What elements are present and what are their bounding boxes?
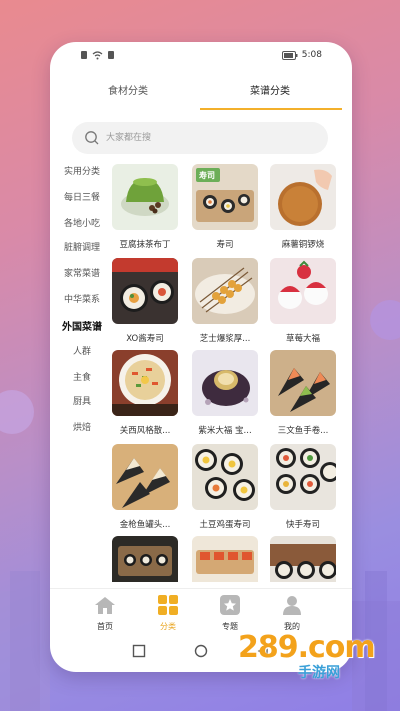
nav-category[interactable]: 分类 xyxy=(148,595,188,632)
sushi-tray-photo xyxy=(112,536,178,582)
sushi-board-photo xyxy=(192,536,258,582)
sidebar-item-baking[interactable]: 烘焙 xyxy=(50,420,114,433)
recipe-card[interactable] xyxy=(190,534,260,582)
background-circle xyxy=(370,300,400,340)
sidebar-item-local-snacks[interactable]: 各地小吃 xyxy=(50,216,114,229)
recipe-card[interactable]: 关西风格散... xyxy=(110,348,180,440)
user-icon xyxy=(283,596,301,615)
nav-topics[interactable]: 专题 xyxy=(210,595,250,632)
nav-mine[interactable]: 我的 xyxy=(272,595,312,632)
sidebar-item-staple-food[interactable]: 主食 xyxy=(50,370,114,383)
thumb-overlay-text: 寿司 xyxy=(199,171,215,180)
recipe-name: 草莓大福 xyxy=(285,334,320,344)
recipe-card[interactable] xyxy=(110,534,180,582)
recipe-name: 土豆鸡蛋寿司 xyxy=(199,520,251,530)
recipe-card[interactable] xyxy=(268,534,338,582)
sidebar-item-people[interactable]: 人群 xyxy=(50,344,114,357)
sidebar-item-chinese-cuisine[interactable]: 中华菜系 xyxy=(50,292,114,305)
recipe-card[interactable]: XO酱寿司 xyxy=(110,256,180,348)
recipe-name: 芝士爆浆厚... xyxy=(199,334,251,344)
sidebar-item-home-recipes[interactable]: 家常菜谱 xyxy=(50,266,114,279)
recipe-card[interactable]: 芝士爆浆厚... xyxy=(190,256,260,348)
star-icon xyxy=(220,595,240,615)
battery-icon xyxy=(281,50,298,60)
recipe-card[interactable]: 草莓大福 xyxy=(268,256,338,348)
nav-home[interactable]: 首页 xyxy=(85,595,125,632)
recipe-card[interactable]: 快手寿司 xyxy=(268,442,338,534)
sushi-plate-photo xyxy=(270,536,336,582)
chirashi-photo xyxy=(112,350,178,416)
active-tab-indicator xyxy=(200,108,342,110)
recipe-name: 豆腐抹茶布丁 xyxy=(119,240,171,250)
status-time: 5:08 xyxy=(301,50,322,60)
recipe-name: 三文鱼手卷... xyxy=(277,426,329,436)
matcha-pudding-photo xyxy=(112,164,178,230)
potato-egg-sushi-photo xyxy=(192,444,258,510)
nav-label: 首页 xyxy=(97,622,113,631)
background-circle xyxy=(0,390,34,434)
salmon-handroll-photo xyxy=(270,350,336,416)
watermark-logo: 289.com 手游网 xyxy=(238,630,388,690)
home-circle-icon[interactable] xyxy=(194,644,208,658)
recipe-card[interactable]: 麻薯铜锣烧 xyxy=(268,162,338,254)
recipe-card[interactable]: 土豆鸡蛋寿司 xyxy=(190,442,260,534)
phone-screen: 5:08 食材分类 菜谱分类 实用分类 每日三餐 各地小吃 脏腑调理 家常菜谱 … xyxy=(50,42,352,672)
tuna-handroll-photo xyxy=(112,444,178,510)
cheese-skewer-photo xyxy=(192,258,258,324)
recipe-card[interactable]: 紫米大福 宝... xyxy=(190,348,260,440)
recipe-name: 关西风格散... xyxy=(119,426,171,436)
dorayaki-photo xyxy=(270,164,336,230)
sidebar-item-kitchenware[interactable]: 厨具 xyxy=(50,394,114,407)
nav-label: 分类 xyxy=(160,622,176,631)
recipe-card[interactable]: 三文鱼手卷... xyxy=(268,348,338,440)
status-bar: 5:08 xyxy=(50,42,352,66)
wifi-icon xyxy=(92,50,103,59)
recipe-name: XO酱寿司 xyxy=(126,334,164,344)
recipe-card[interactable]: 寿司 寿司 xyxy=(190,162,260,254)
sidebar-item-organ-care[interactable]: 脏腑调理 xyxy=(50,240,114,253)
sushi-photo: 寿司 xyxy=(192,164,258,230)
recipe-name: 寿司 xyxy=(216,240,234,250)
recipe-card[interactable]: 豆腐抹茶布丁 xyxy=(110,162,180,254)
tab-recipes[interactable]: 菜谱分类 xyxy=(250,82,290,97)
notification-icon xyxy=(108,51,114,59)
search-bar[interactable] xyxy=(72,122,328,154)
purple-rice-daifuku-photo xyxy=(192,350,258,416)
recipe-name: 紫米大福 宝... xyxy=(198,426,252,436)
sidebar-item-foreign-recipes[interactable]: 外国菜谱 xyxy=(50,318,114,333)
recipe-grid: 豆腐抹茶布丁 寿司 寿司 麻薯铜锣烧 XO酱寿司 芝士爆浆厚... 草莓大福 关… xyxy=(110,162,346,582)
watermark-text: 289.com xyxy=(238,630,376,665)
category-tabs: 食材分类 菜谱分类 xyxy=(50,68,352,112)
search-input[interactable] xyxy=(106,129,306,147)
sushi-roll-photo xyxy=(112,258,178,324)
recipe-name: 快手寿司 xyxy=(285,520,320,530)
watermark-subtext: 手游网 xyxy=(298,665,340,681)
sidebar-item-daily-meals[interactable]: 每日三餐 xyxy=(50,190,114,203)
sidebar-item-practical[interactable]: 实用分类 xyxy=(50,164,114,177)
home-icon xyxy=(95,597,115,614)
grid-icon xyxy=(158,595,178,615)
sim-icon xyxy=(81,51,87,59)
recents-icon[interactable] xyxy=(132,644,146,658)
bottom-navigation: 首页 分类 专题 我的 xyxy=(50,588,352,636)
strawberry-daifuku-photo xyxy=(270,258,336,324)
recipe-name: 金枪鱼罐头... xyxy=(119,520,171,530)
recipe-name: 麻薯铜锣烧 xyxy=(281,240,325,250)
search-icon xyxy=(85,131,99,145)
tab-ingredients[interactable]: 食材分类 xyxy=(108,82,148,97)
recipe-card[interactable]: 金枪鱼罐头... xyxy=(110,442,180,534)
quick-sushi-photo xyxy=(270,444,336,510)
